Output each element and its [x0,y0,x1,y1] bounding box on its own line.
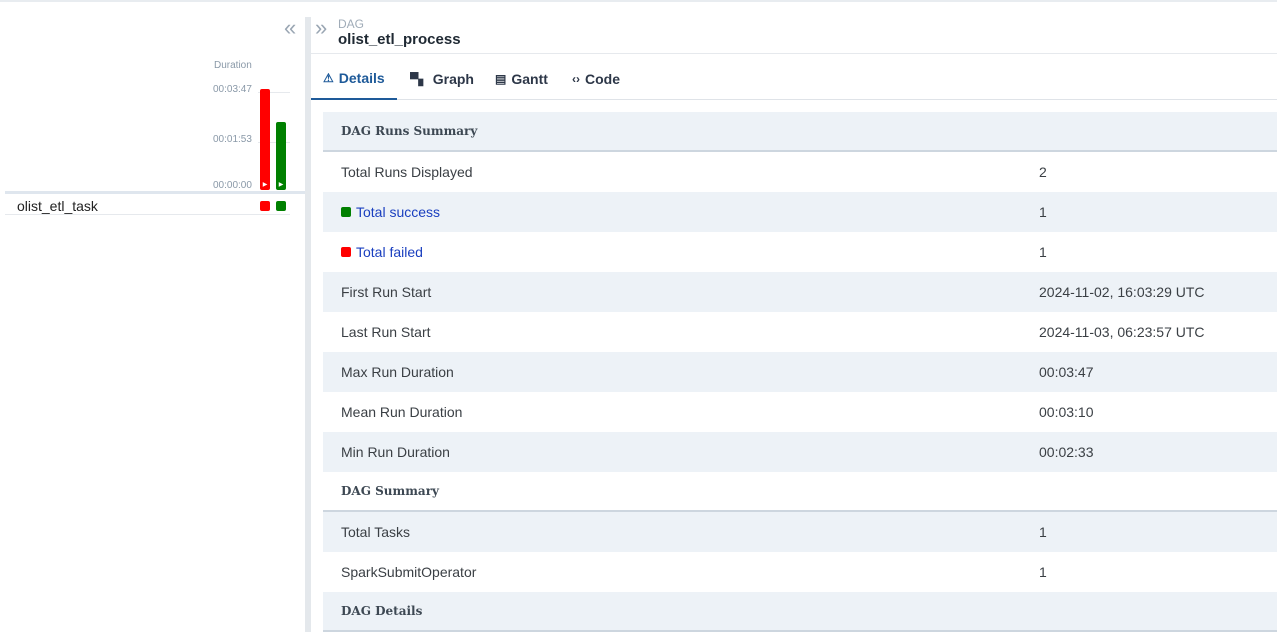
tab-details[interactable]: ⚠ Details [311,57,397,100]
details-table: DAG Runs Summary Total Runs Displayed 2 … [323,112,1277,632]
duration-tick-mid: 00:01:53 [213,134,252,145]
tab-label: Code [585,70,620,87]
row-value: 2024-11-02, 16:03:29 UTC [1039,284,1205,300]
table-row: Total failed 1 [323,232,1277,272]
tab-label: Details [338,69,385,86]
code-icon: ‹› [572,71,580,86]
tab-code[interactable]: ‹› Code [572,57,620,100]
table-row: Total Tasks 1 [323,512,1277,552]
panel-resize-handle[interactable] [305,17,311,632]
task-instance-success[interactable] [276,201,286,211]
graph-icon: ▀▖ [410,71,428,86]
table-row: Mean Run Duration 00:03:10 [323,392,1277,432]
row-value: 1 [1039,244,1047,260]
play-icon: ▶ [278,182,284,188]
row-label: Max Run Duration [341,364,454,380]
dag-run-bar-success[interactable]: ▶ [276,122,286,190]
table-row: Total Runs Displayed 2 [323,152,1277,192]
header-divider [311,53,1277,54]
dag-run-bar-failed[interactable]: ▶ [260,89,270,190]
table-row: Max Run Duration 00:03:47 [323,352,1277,392]
section-header-dag-summary: DAG Summary [323,472,1277,512]
duration-tick-zero: 00:00:00 [213,180,252,191]
table-row: Total success 1 [323,192,1277,232]
task-name[interactable]: olist_etl_task [17,198,98,214]
table-row: SparkSubmitOperator 1 [323,552,1277,592]
collapse-grid-icon[interactable]: « [284,17,296,39]
row-label: SparkSubmitOperator [341,564,477,580]
failed-status-square [341,247,351,257]
row-label: Last Run Start [341,324,431,340]
row-value: 2024-11-03, 06:23:57 UTC [1039,324,1205,340]
row-value: 00:02:33 [1039,444,1094,460]
row-label: First Run Start [341,284,432,300]
grid-panel: « Duration 00:03:47 00:01:53 00:00:00 ▶ … [0,2,305,632]
total-failed-link[interactable]: Total failed [356,244,423,260]
duration-tick-max: 00:03:47 [213,84,252,95]
section-header-runs-summary: DAG Runs Summary [323,112,1277,152]
tab-graph[interactable]: ▀▖ Graph [410,57,474,100]
table-row: First Run Start 2024-11-02, 16:03:29 UTC [323,272,1277,312]
row-label: Total Runs Displayed [341,164,473,180]
tab-label: Graph [432,70,474,87]
row-value: 1 [1039,204,1047,220]
task-instance-failed[interactable] [260,201,270,211]
success-status-square [341,207,351,217]
tab-gantt[interactable]: ▤ Gantt [495,57,548,100]
table-row: Min Run Duration 00:02:33 [323,432,1277,472]
warning-triangle-icon: ⚠ [323,70,334,85]
row-value: 1 [1039,524,1047,540]
breadcrumb-kicker: DAG [338,17,365,31]
expand-details-icon[interactable]: » [315,17,327,39]
tab-label: Gantt [511,70,548,87]
duration-axis-label: Duration [214,60,252,71]
tab-bar: ⚠ Details ▀▖ Graph ▤ Gantt ‹› Code [311,57,1277,100]
play-icon: ▶ [262,182,268,188]
grid-axis-separator [5,191,305,194]
table-row: Last Run Start 2024-11-03, 06:23:57 UTC [323,312,1277,352]
section-header-dag-details: DAG Details [323,592,1277,632]
row-value: 00:03:10 [1039,404,1094,420]
row-value: 00:03:47 [1039,364,1094,380]
row-value: 2 [1039,164,1047,180]
task-row[interactable]: olist_etl_task [5,195,290,215]
row-label: Total Tasks [341,524,410,540]
gantt-icon: ▤ [495,71,507,86]
total-success-link[interactable]: Total success [356,204,440,220]
row-value: 1 [1039,564,1047,580]
dag-title[interactable]: olist_etl_process [338,31,461,48]
row-label: Mean Run Duration [341,404,463,420]
row-label: Min Run Duration [341,444,450,460]
